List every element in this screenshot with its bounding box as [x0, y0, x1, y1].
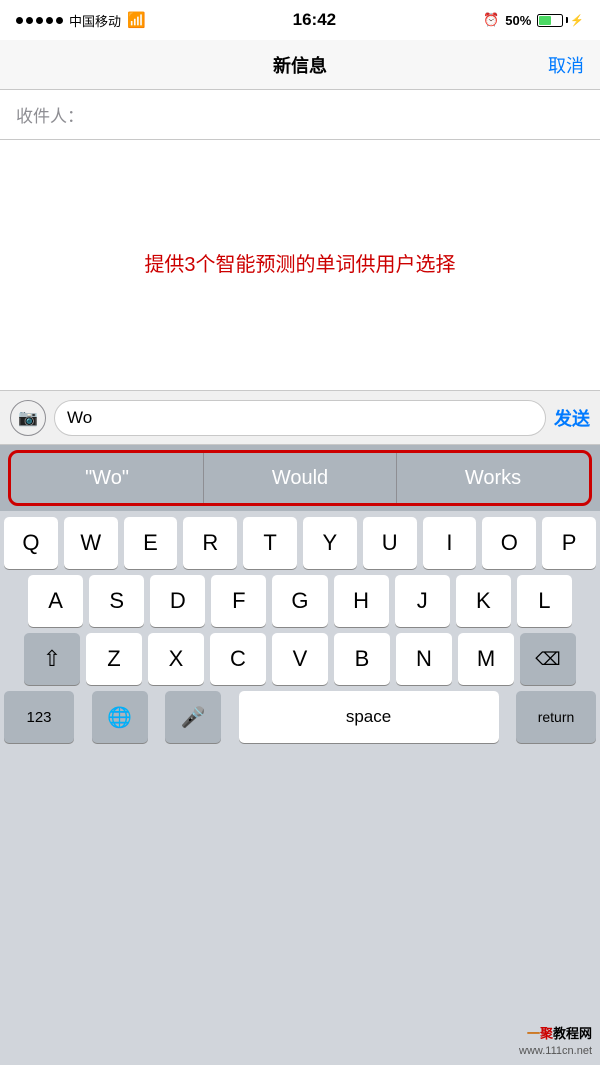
- battery-icon: ⚡: [537, 14, 584, 27]
- mic-key[interactable]: 🎤: [165, 691, 221, 743]
- predictive-bar-wrapper: "Wo" Would Works: [0, 445, 600, 511]
- key-g[interactable]: G: [272, 575, 327, 627]
- status-right: ⏰ 50% ⚡: [483, 12, 584, 28]
- recipient-input[interactable]: [92, 105, 584, 125]
- key-q[interactable]: Q: [4, 517, 58, 569]
- camera-icon: 📷: [18, 408, 38, 428]
- status-left: 中国移动 📶: [16, 11, 146, 30]
- number-key[interactable]: 123: [4, 691, 74, 743]
- key-o[interactable]: O: [482, 517, 536, 569]
- key-z[interactable]: Z: [86, 633, 142, 685]
- keyboard-row-4: 123 🌐 🎤 space return: [0, 685, 600, 751]
- alarm-icon: ⏰: [483, 12, 499, 28]
- globe-key[interactable]: 🌐: [92, 691, 148, 743]
- key-y[interactable]: Y: [303, 517, 357, 569]
- key-u[interactable]: U: [363, 517, 417, 569]
- shift-key[interactable]: ⇧: [24, 633, 80, 685]
- annotation-text: 提供3个智能预测的单词供用户选择: [114, 250, 485, 280]
- keyboard-row-2: A S D F G H J K L: [0, 569, 600, 627]
- key-s[interactable]: S: [89, 575, 144, 627]
- key-h[interactable]: H: [334, 575, 389, 627]
- predictive-item-3[interactable]: Works: [397, 453, 589, 503]
- space-key[interactable]: space: [239, 691, 499, 743]
- key-w[interactable]: W: [64, 517, 118, 569]
- keyboard: Q W E R T Y U I O P A S D F G H J K L ⇧ …: [0, 511, 600, 1065]
- watermark-url: www.111cn.net: [519, 1044, 592, 1059]
- predictive-item-1[interactable]: "Wo": [11, 453, 204, 503]
- signal-icon: [16, 17, 63, 24]
- carrier-label: 中国移动: [69, 11, 121, 30]
- key-f[interactable]: F: [211, 575, 266, 627]
- status-bar: 中国移动 📶 16:42 ⏰ 50% ⚡: [0, 0, 600, 40]
- key-d[interactable]: D: [150, 575, 205, 627]
- predictive-bar: "Wo" Would Works: [8, 450, 592, 506]
- nav-title: 新信息: [273, 52, 327, 78]
- send-button[interactable]: 发送: [554, 405, 590, 431]
- key-b[interactable]: B: [334, 633, 390, 685]
- key-r[interactable]: R: [183, 517, 237, 569]
- keyboard-row-3: ⇧ Z X C V B N M ⌫: [0, 627, 600, 685]
- key-k[interactable]: K: [456, 575, 511, 627]
- recipient-label: 收件人：: [16, 102, 84, 127]
- watermark: 一聚教程网 www.111cn.net: [519, 1025, 592, 1059]
- nav-bar: 新信息 取消: [0, 40, 600, 90]
- content-area: 提供3个智能预测的单词供用户选择: [0, 140, 600, 390]
- status-time: 16:42: [293, 10, 336, 30]
- delete-key[interactable]: ⌫: [520, 633, 576, 685]
- key-m[interactable]: M: [458, 633, 514, 685]
- recipient-bar: 收件人：: [0, 90, 600, 140]
- key-p[interactable]: P: [542, 517, 596, 569]
- key-l[interactable]: L: [517, 575, 572, 627]
- cancel-button[interactable]: 取消: [548, 52, 584, 78]
- keyboard-row-1: Q W E R T Y U I O P: [0, 511, 600, 569]
- key-c[interactable]: C: [210, 633, 266, 685]
- message-input-area: 📷 发送: [0, 390, 600, 445]
- key-v[interactable]: V: [272, 633, 328, 685]
- predictive-item-2[interactable]: Would: [204, 453, 397, 503]
- key-a[interactable]: A: [28, 575, 83, 627]
- battery-percent: 50%: [505, 13, 531, 28]
- key-e[interactable]: E: [124, 517, 178, 569]
- key-n[interactable]: N: [396, 633, 452, 685]
- camera-button[interactable]: 📷: [10, 400, 46, 436]
- message-text-input[interactable]: [54, 400, 546, 436]
- return-key[interactable]: return: [516, 691, 596, 743]
- key-i[interactable]: I: [423, 517, 477, 569]
- wifi-icon: 📶: [127, 11, 146, 29]
- key-x[interactable]: X: [148, 633, 204, 685]
- key-j[interactable]: J: [395, 575, 450, 627]
- key-t[interactable]: T: [243, 517, 297, 569]
